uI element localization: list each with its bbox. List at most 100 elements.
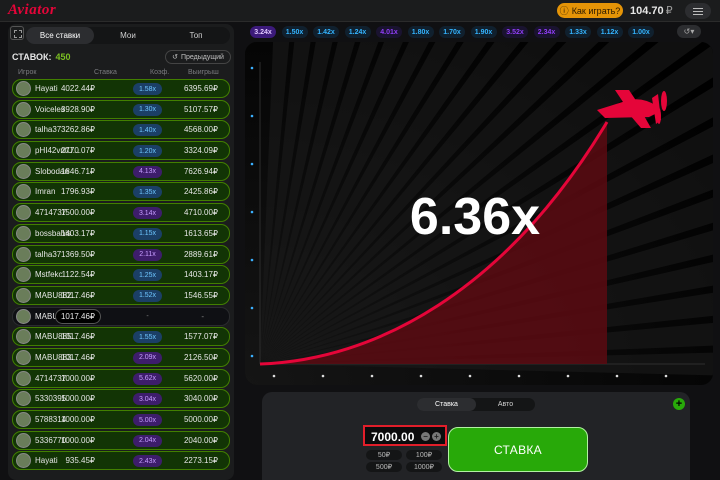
current-multiplier: 6.36x bbox=[409, 188, 541, 246]
bet-amount: 1017.46₽ bbox=[60, 332, 95, 342]
win-amount: 5620.00₽ bbox=[183, 373, 218, 383]
history-multiplier[interactable]: 1.80x bbox=[407, 26, 434, 38]
avatar bbox=[16, 391, 31, 407]
tab-auto[interactable]: Авто bbox=[476, 398, 535, 411]
tab-bet[interactable]: Ставка bbox=[417, 398, 476, 411]
coef-badge: 2.04x bbox=[133, 434, 162, 447]
history-multiplier[interactable]: 4.01x bbox=[376, 26, 402, 38]
avatar bbox=[16, 184, 31, 200]
bet-amount: 3928.90₽ bbox=[60, 104, 95, 114]
bets-count: СТАВОК: 450 bbox=[12, 52, 71, 62]
bet-amount: 1369.50₽ bbox=[60, 249, 95, 259]
win-amount: 1403.17₽ bbox=[183, 270, 218, 280]
win-amount: 5107.57₽ bbox=[183, 104, 218, 114]
avatar bbox=[16, 122, 31, 138]
coef-badge: 5.00x bbox=[133, 414, 162, 426]
bet-row: 4714737 1000.00₽ 5.62x 5620.00₽ bbox=[12, 368, 230, 388]
column-player: Игрок bbox=[18, 69, 37, 76]
coef-badge: 1.25x bbox=[133, 269, 162, 282]
quick-amount-1000[interactable]: 1000₽ bbox=[406, 462, 442, 472]
win-amount: 1577.07₽ bbox=[183, 332, 218, 342]
hamburger-icon bbox=[693, 7, 703, 9]
bet-row: MABU883... 1017.46₽ 2.09x 2126.50₽ bbox=[12, 347, 230, 367]
bet-amount-field[interactable]: 7000.00 − + bbox=[363, 425, 447, 446]
bet-amount[interactable]: 7000.00 bbox=[371, 430, 414, 444]
previous-label: Предыдущий bbox=[180, 53, 224, 61]
multiplier-history: 3.24x 1.50x 1.42x 1.24x 4.01x 1.80x 1.70x 1.90x… bbox=[250, 26, 658, 38]
bet-amount: 1796.93₽ bbox=[60, 187, 95, 197]
bet-amount: 1017.46₽ bbox=[60, 352, 95, 362]
balance-currency: ₽ bbox=[665, 5, 673, 17]
add-bet-panel-icon[interactable]: + bbox=[673, 398, 685, 410]
bet-row: Mstfekc 1122.54₽ 1.25x 1403.17₽ bbox=[12, 265, 230, 285]
history-multiplier[interactable]: 1.90x bbox=[470, 26, 497, 38]
history-multiplier[interactable]: 1.42x bbox=[313, 26, 339, 38]
bet-row: Voiceles 3928.90₽ 1.30x 5107.57₽ bbox=[12, 99, 230, 119]
tab-top[interactable]: Топ bbox=[162, 27, 230, 44]
history-multiplier[interactable]: 2.34x bbox=[533, 26, 560, 38]
top-bar: Aviator ⓘ Как играть? 104.70 ₽ bbox=[0, 0, 720, 22]
bet-row: 5788314 1000.00₽ 5.00x 5000.00₽ bbox=[12, 410, 230, 429]
coef-badge: 1.35x bbox=[133, 186, 162, 199]
history-multiplier[interactable]: 3.24x bbox=[250, 26, 276, 38]
column-coef: Коэф. bbox=[150, 69, 170, 76]
bet-row: Hayati 4022.44₽ 1.58x 6395.69₽ bbox=[12, 79, 230, 98]
bets-tabs: Все ставки Мои Топ bbox=[26, 27, 230, 44]
bet-row: 4714737 1500.00₽ 3.14x 4710.00₽ bbox=[12, 203, 230, 223]
help-icon: ⓘ bbox=[559, 6, 569, 16]
bets-list: Hayati 4022.44₽ 1.58x 6395.69₽ Voiceles 3928.… bbox=[12, 79, 230, 472]
coef-badge: 5.62x bbox=[133, 372, 162, 385]
bet-row: Hayati 935.45₽ 2.43x 2273.15₽ bbox=[12, 451, 230, 471]
how-to-play-button[interactable]: ⓘ Как играть? bbox=[557, 3, 623, 18]
bet-amount: 935.45₽ bbox=[65, 456, 95, 466]
bet-amount: 1000.00₽ bbox=[60, 394, 95, 404]
avatar bbox=[16, 225, 31, 241]
expand-icon[interactable] bbox=[10, 26, 24, 40]
place-bet-button[interactable]: СТАВКА bbox=[448, 427, 588, 472]
win-amount: 4568.00₽ bbox=[183, 125, 218, 135]
history-multiplier[interactable]: 1.24x bbox=[344, 26, 371, 38]
bet-row: Imran 1796.93₽ 1.35x 2425.86₽ bbox=[12, 182, 230, 202]
bet-amount: 1000.00₽ bbox=[60, 415, 95, 424]
history-multiplier[interactable]: 1.12x bbox=[596, 26, 623, 38]
history-multiplier[interactable]: 3.52x bbox=[502, 26, 528, 38]
avatar bbox=[16, 308, 31, 324]
bet-panel: Ставка Авто + 7000.00 − + 50₽ 100₽ 500₽ … bbox=[262, 392, 690, 480]
history-toggle-button[interactable]: ↺▾ bbox=[677, 25, 701, 38]
avatar bbox=[16, 432, 31, 448]
win-amount: 2273.15₽ bbox=[183, 456, 218, 466]
bet-amount: 4022.44₽ bbox=[60, 84, 95, 93]
bets-columns: Игрок Ставка Коэф. Выигрыш bbox=[14, 69, 230, 79]
avatar bbox=[16, 287, 31, 303]
win-amount: 7626.94₽ bbox=[183, 166, 218, 176]
menu-button[interactable] bbox=[685, 3, 711, 19]
history-multiplier[interactable]: 1.70x bbox=[439, 26, 465, 38]
quick-amount-50[interactable]: 50₽ bbox=[366, 450, 402, 460]
tab-my-bets[interactable]: Мои bbox=[94, 27, 162, 44]
bet-amount: 1122.54₽ bbox=[61, 270, 95, 280]
quick-amount-100[interactable]: 100₽ bbox=[406, 450, 442, 460]
plus-icon[interactable]: + bbox=[432, 432, 441, 441]
previous-round-button[interactable]: ↺ Предыдущий bbox=[165, 50, 231, 64]
bet-amount: 1000.00₽ bbox=[60, 435, 95, 445]
coef-badge: 2.09x bbox=[133, 351, 162, 364]
bet-row: MABU882... 1017.46₽ 1.52x 1546.55₽ bbox=[12, 285, 230, 305]
bet-row: talha37 1369.50₽ 2.11x 2889.61₽ bbox=[12, 244, 230, 264]
coef-badge: - bbox=[146, 313, 149, 321]
tab-all-bets[interactable]: Все ставки bbox=[26, 27, 94, 44]
bet-amount: 1846.71₽ bbox=[60, 166, 95, 176]
bet-row: MABU882...1017.46₽-- bbox=[12, 306, 230, 326]
coef-badge: 1.55x bbox=[133, 331, 162, 344]
history-multiplier[interactable]: 1.00x bbox=[628, 26, 654, 38]
balance: 104.70 ₽ bbox=[630, 4, 673, 17]
history-multiplier[interactable]: 1.50x bbox=[281, 26, 308, 38]
how-to-play-label: Как играть? bbox=[571, 5, 621, 16]
bet-row: bossbahis 1403.17₽ 1.15x 1613.65₽ bbox=[12, 223, 230, 243]
win-amount: 3324.09₽ bbox=[183, 146, 218, 156]
coef-badge: 2.11x bbox=[133, 248, 162, 261]
minus-icon[interactable]: − bbox=[421, 432, 430, 441]
coef-badge: 2.43x bbox=[133, 455, 162, 468]
quick-amount-500[interactable]: 500₽ bbox=[366, 462, 402, 472]
history-multiplier[interactable]: 1.33x bbox=[565, 26, 591, 38]
avatar bbox=[16, 370, 31, 386]
